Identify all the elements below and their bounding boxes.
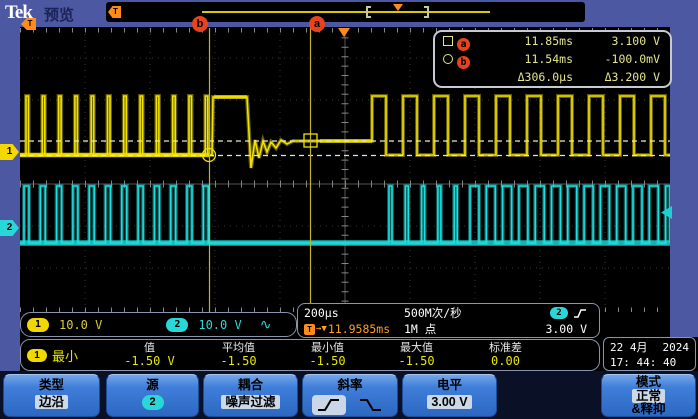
datetime-box: 22 4月 2024 17: 44: 40	[603, 337, 696, 371]
cursor-a-label[interactable]: a	[309, 16, 325, 32]
record-line	[202, 11, 490, 13]
cursor-b-time: 11.54ms	[483, 52, 573, 69]
channel-scale-bar: 1 10.0 V 2 10.0 V ∿	[20, 312, 297, 337]
oscilloscope-screen: Tek 预览 T T b a 1 2 a 11.85ms 3.100 V b 1…	[0, 0, 698, 419]
record-length: 1M 点	[404, 321, 514, 337]
window-bracket-right-icon	[424, 6, 429, 18]
record-view-bar: T	[106, 2, 585, 22]
cursor-delta-time: Δ306.0μs	[483, 70, 573, 84]
trigger-flag-icon: T	[108, 6, 121, 18]
cursor-b-circle-icon	[443, 54, 453, 64]
menu-mode-value: 正常	[632, 389, 665, 403]
measurement-name: 最小	[52, 346, 78, 365]
right-bezel	[670, 27, 698, 337]
channel2-scale: 10.0 V	[198, 318, 241, 332]
date-label: 22 4月	[610, 340, 648, 355]
falling-edge-icon[interactable]	[354, 395, 388, 415]
window-bracket-left-icon	[366, 6, 371, 18]
measurement-bar: 1 最小 值 -1.50 V 平均值 -1.50 最小值 -1.50 最大值 -…	[20, 339, 600, 371]
menu-type-button[interactable]: 类型 边沿	[3, 374, 100, 417]
measurement-channel-badge: 1	[27, 349, 47, 362]
cursor-a-voltage: 3.100 V	[573, 34, 660, 51]
timebase-box: 200μs 500M次/秒 2 T →▼ 11.9585ms 1M 点 3.00…	[297, 303, 600, 338]
cursor-b-voltage: -100.0mV	[573, 52, 660, 69]
trigger-delay-arrows: →▼	[316, 324, 327, 334]
menu-mode-button[interactable]: 模式 正常 &释抑	[601, 374, 696, 417]
sample-rate: 500M次/秒	[404, 305, 514, 321]
channel1-scale: 10.0 V	[59, 318, 102, 332]
measurement-col-value: -1.50	[372, 355, 461, 368]
menu-source-button[interactable]: 源 2	[106, 374, 199, 417]
cursor-a-badge: a	[457, 38, 470, 51]
cursor-a-time: 11.85ms	[483, 34, 573, 51]
cursor-a-square-icon	[443, 36, 453, 46]
top-bar: Tek 预览 T	[0, 0, 698, 27]
trigger-position-record-icon	[393, 4, 403, 11]
channel2-coupling-icon: ∿	[260, 317, 272, 333]
left-bezel	[0, 27, 20, 372]
time-label: 17: 44: 40	[610, 355, 689, 370]
menu-slope-button[interactable]: 斜率	[302, 374, 398, 417]
cursor-delta-voltage: Δ3.200 V	[573, 70, 660, 84]
menu-level-button[interactable]: 电平 3.00 V	[402, 374, 497, 417]
trigger-level-value: 3.00 V	[514, 322, 593, 336]
menu-source-channel-badge: 2	[142, 395, 164, 410]
menu-coupling-value: 噪声过滤	[221, 395, 279, 409]
trigger-delay-t-icon: T	[304, 324, 315, 335]
cursor-readout-panel: a 11.85ms 3.100 V b 11.54ms -100.0mV Δ30…	[433, 30, 672, 88]
trigger-source-badge: 2	[550, 307, 568, 319]
channel2-badge[interactable]: 2	[166, 318, 188, 332]
cursor-b-label[interactable]: b	[192, 16, 208, 32]
measurement-col-value: -1.50	[283, 355, 372, 368]
acquisition-status: 预览	[44, 4, 74, 25]
rising-edge-icon[interactable]	[312, 395, 346, 415]
cursor-b-badge: b	[457, 56, 470, 69]
year-label: 2024	[663, 340, 690, 355]
measurement-col-value: -1.50	[194, 355, 283, 368]
trigger-slope-icon	[573, 308, 587, 319]
menu-level-value: 3.00 V	[427, 395, 471, 409]
menu-type-value: 边沿	[35, 395, 68, 409]
menu-mode-value2: &释抑	[602, 403, 695, 416]
measurement-col-value: 0.00	[461, 355, 550, 368]
menu-coupling-button[interactable]: 耦合 噪声过滤	[203, 374, 298, 417]
timebase-scale: 200μs	[304, 306, 404, 320]
trigger-delay-value: 11.9585ms	[328, 322, 390, 336]
measurement-col-value: -1.50 V	[105, 355, 194, 368]
channel1-badge[interactable]: 1	[27, 318, 49, 332]
